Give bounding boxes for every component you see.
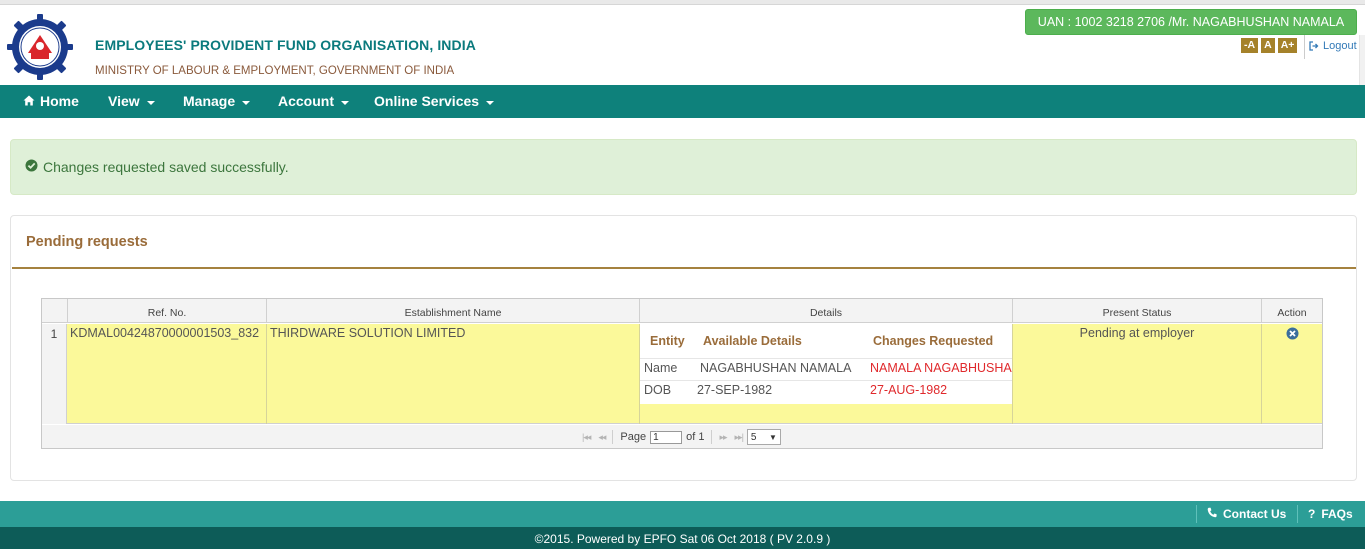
uan-badge: UAN : 1002 3218 2706 /Mr. NAGABHUSHAN NA… xyxy=(1025,9,1357,35)
logout-label: Logout xyxy=(1323,40,1357,52)
row-number: 1 xyxy=(42,324,67,424)
details-head-available: Available Details xyxy=(703,334,802,348)
establishment-value: THIRDWARE SOLUTION LIMITED xyxy=(270,326,466,340)
grid-header-details[interactable]: Details xyxy=(640,299,1013,323)
page-size-select[interactable]: 5 ▼ xyxy=(746,429,781,445)
footer-copyright: ©2015. Powered by EPFO Sat 06 Oct 2018 (… xyxy=(0,527,1365,549)
org-name: EMPLOYEES' PROVIDENT FUND ORGANISATION, … xyxy=(95,37,476,53)
contact-us-link[interactable]: Contact Us xyxy=(1207,501,1286,527)
nav-view-label: View xyxy=(108,93,140,109)
nav-online-services-label: Online Services xyxy=(374,93,480,109)
pager-divider xyxy=(711,430,713,444)
pending-requests-grid: Ref. No. Establishment Name Details Pres… xyxy=(41,298,1323,449)
prev-page-icon[interactable]: ◂◂ xyxy=(598,432,606,443)
footer-divider xyxy=(1297,505,1298,523)
contact-us-label: Contact Us xyxy=(1223,507,1287,521)
cancel-request-icon[interactable] xyxy=(1286,327,1299,343)
caret-down-icon xyxy=(242,100,251,105)
font-increase-button[interactable]: A+ xyxy=(1277,38,1298,53)
nav-account-label: Account xyxy=(278,93,334,109)
pager-controls: |◂◂ ◂◂ Page 1 of 1 ▸▸ ▸▸| 5 ▼ xyxy=(582,429,781,445)
details-name-available: NAGABHUSHAN NAMALA xyxy=(700,361,852,375)
details-head-changes: Changes Requested xyxy=(873,334,994,348)
logout-link[interactable]: Logout xyxy=(1309,40,1357,52)
details-divider xyxy=(640,358,1012,359)
font-normal-button[interactable]: A xyxy=(1261,38,1275,53)
next-page-icon[interactable]: ▸▸ xyxy=(719,432,727,443)
status-cell: Pending at employer xyxy=(1013,324,1262,424)
action-cell xyxy=(1262,324,1322,424)
details-name-label: Name xyxy=(644,361,678,375)
faqs-link[interactable]: ? FAQs xyxy=(1308,501,1353,527)
page-size-value: 5 xyxy=(750,431,757,443)
font-decrease-button[interactable]: -A xyxy=(1241,38,1259,53)
site-header: EMPLOYEES' PROVIDENT FUND ORGANISATION, … xyxy=(0,5,1365,90)
nav-home-label: Home xyxy=(40,93,79,109)
grid-header-status[interactable]: Present Status xyxy=(1013,299,1262,323)
grid-pager: |◂◂ ◂◂ Page 1 of 1 ▸▸ ▸▸| 5 ▼ xyxy=(42,425,1322,448)
details-dob-label: DOB xyxy=(644,383,672,397)
caret-down-icon xyxy=(486,100,495,105)
pager-divider xyxy=(612,430,614,444)
header-divider xyxy=(1304,35,1305,59)
status-value: Pending at employer xyxy=(1079,326,1195,340)
establishment-cell: THIRDWARE SOLUTION LIMITED xyxy=(267,324,640,424)
grid-header-ref-no[interactable]: Ref. No. xyxy=(68,299,267,323)
home-icon xyxy=(23,87,35,116)
main-navbar: Home View Manage Account Online Services xyxy=(0,85,1365,118)
details-divider xyxy=(640,380,1012,381)
grid-header-action[interactable]: Action xyxy=(1262,299,1322,323)
footer-links-bar: Contact Us ? FAQs xyxy=(0,501,1365,527)
chevron-down-icon: ▼ xyxy=(768,432,777,442)
panel-divider xyxy=(12,267,1356,269)
first-page-icon[interactable]: |◂◂ xyxy=(582,432,591,443)
details-cell: Entity Available Details Changes Request… xyxy=(640,324,1013,424)
nav-view[interactable]: View xyxy=(108,85,155,118)
nav-manage[interactable]: Manage xyxy=(183,85,251,118)
details-dob-available: 27-SEP-1982 xyxy=(697,383,773,397)
page-label: Page xyxy=(620,431,647,443)
details-name-changes: NAMALA NAGABHUSHAN xyxy=(870,361,1013,375)
nav-account[interactable]: Account xyxy=(278,85,349,118)
success-alert: Changes requested saved successfully. xyxy=(10,139,1357,195)
nav-home[interactable]: Home xyxy=(23,85,79,118)
question-icon: ? xyxy=(1308,507,1316,521)
scrollbar[interactable] xyxy=(1359,35,1365,90)
details-dob-changes: 27-AUG-1982 xyxy=(870,383,948,397)
check-circle-icon xyxy=(25,159,38,175)
nav-online-services[interactable]: Online Services xyxy=(374,85,495,118)
caret-down-icon xyxy=(341,100,349,105)
logout-icon xyxy=(1309,41,1319,51)
panel-title: Pending requests xyxy=(26,234,148,250)
details-head-entity: Entity xyxy=(650,334,685,348)
page-input[interactable]: 1 xyxy=(650,430,683,444)
ref-no-value: KDMAL00424870000001503_832 xyxy=(70,326,260,340)
ministry-name: MINISTRY OF LABOUR & EMPLOYMENT, GOVERNM… xyxy=(95,65,455,77)
font-size-controls: -A A A+ xyxy=(1241,38,1298,53)
epfo-emblem-icon[interactable] xyxy=(6,13,74,81)
faqs-label: FAQs xyxy=(1321,507,1353,521)
caret-down-icon xyxy=(146,100,155,105)
table-row[interactable]: 1 KDMAL00424870000001503_832 THIRDWARE S… xyxy=(42,324,1322,424)
alert-message: Changes requested saved successfully. xyxy=(43,159,289,175)
ref-no-cell: KDMAL00424870000001503_832 xyxy=(68,324,267,424)
grid-header-rownum xyxy=(42,299,68,323)
grid-header-establishment[interactable]: Establishment Name xyxy=(267,299,640,323)
phone-icon xyxy=(1207,501,1217,527)
footer-divider xyxy=(1196,505,1197,523)
nav-manage-label: Manage xyxy=(183,93,236,109)
last-page-icon[interactable]: ▸▸| xyxy=(735,432,744,443)
details-subtable: Entity Available Details Changes Request… xyxy=(640,324,1012,404)
page-total: of 1 xyxy=(686,431,705,443)
